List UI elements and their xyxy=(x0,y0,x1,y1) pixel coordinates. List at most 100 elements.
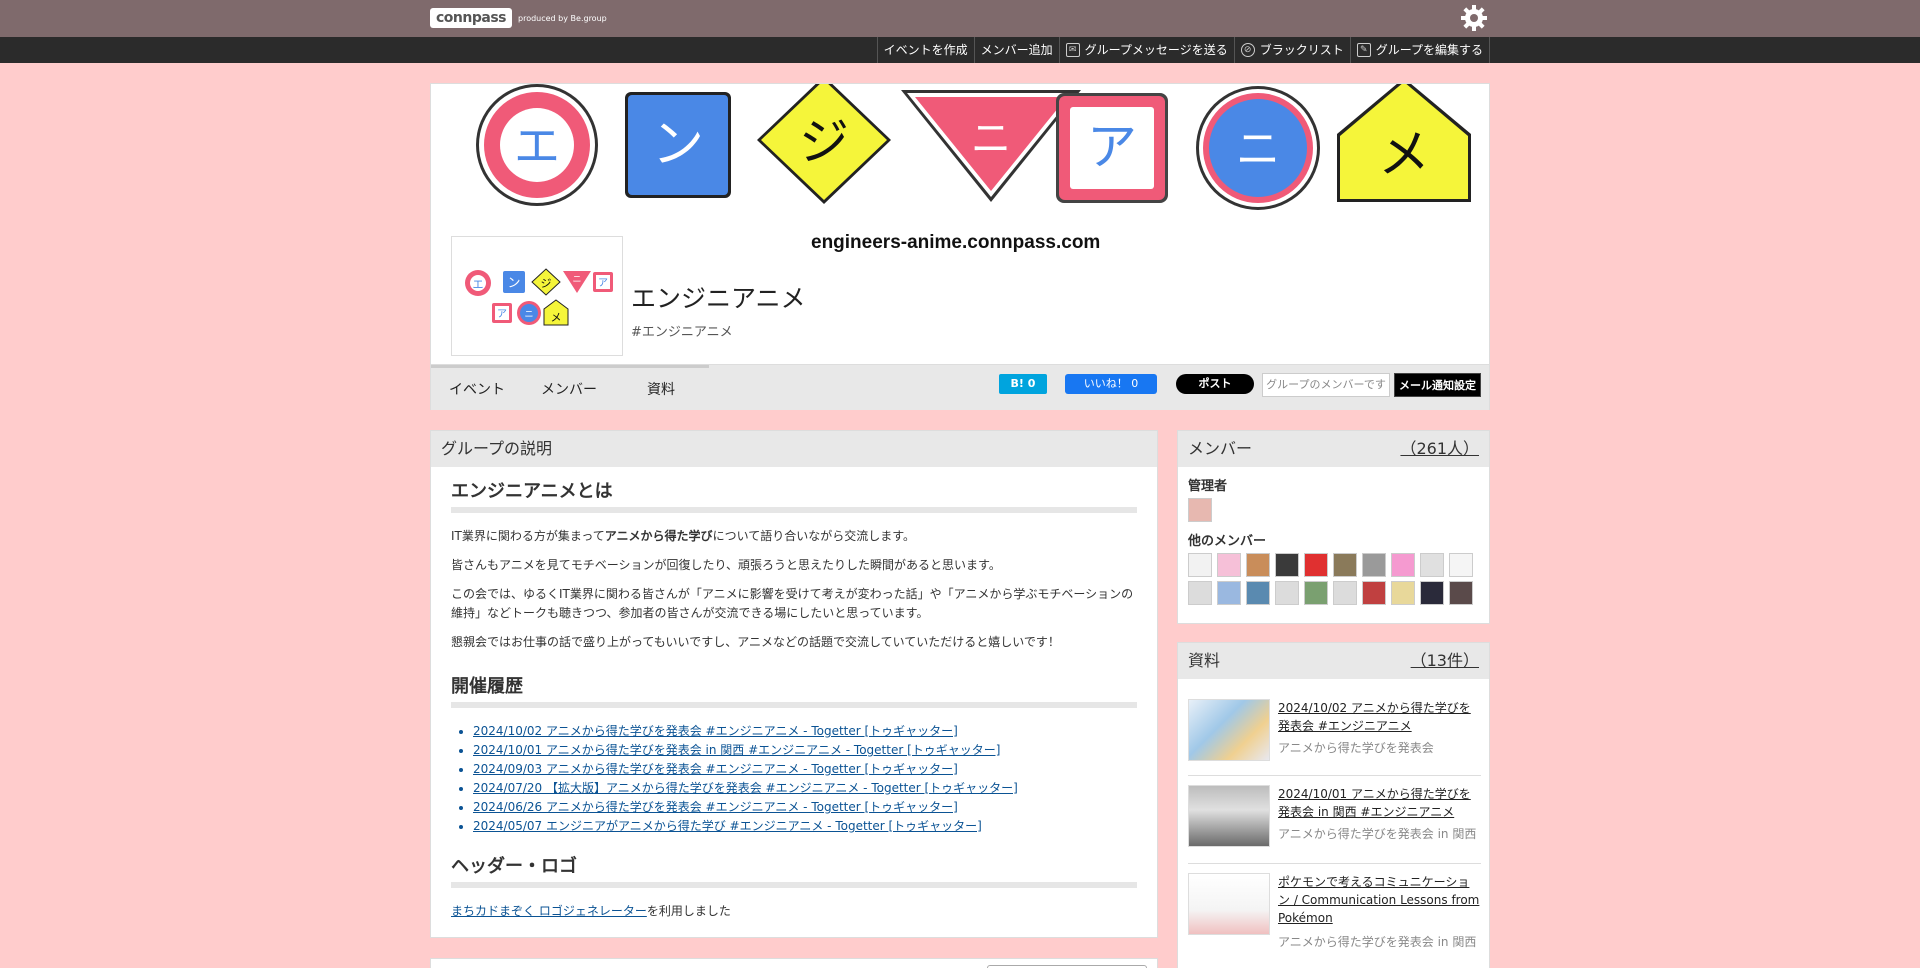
list-item: 2024/06/26 アニメから得た学びを発表会 #エンジニアニメ - Toge… xyxy=(473,798,1137,817)
heading-rule xyxy=(451,882,1137,888)
facebook-like-button[interactable]: いいね！ 0 xyxy=(1065,374,1157,394)
admin-label: 管理者 xyxy=(1188,479,1228,494)
document-thumbnail xyxy=(1188,873,1270,935)
tab-indicator xyxy=(431,365,709,368)
logo-credit-heading: ヘッダー・ロゴ xyxy=(451,856,577,877)
banner-sign-6: ニ xyxy=(1196,86,1320,210)
document-title[interactable]: 2024/10/01 アニメから得た学びを発表会 in 関西 #エンジニアニメ xyxy=(1278,785,1481,821)
avatar[interactable] xyxy=(1246,581,1270,605)
create-event-link[interactable]: イベントを作成 xyxy=(876,37,974,63)
avatar[interactable] xyxy=(1246,553,1270,577)
blacklist-link[interactable]: ⊘ ブラックリスト xyxy=(1233,37,1350,63)
avatar[interactable] xyxy=(1188,553,1212,577)
logo-generator-link[interactable]: まちカドまぞく ロゴジェネレーター xyxy=(451,904,647,918)
logo-credit: まちカドまぞく ロゴジェネレーターを利用しました xyxy=(451,902,1137,921)
send-message-label: グループメッセージを送る xyxy=(1084,43,1228,57)
documents-count-link[interactable]: （13件） xyxy=(1411,643,1479,679)
avatar[interactable] xyxy=(1188,498,1212,522)
avatar[interactable] xyxy=(1304,553,1328,577)
document-item[interactable]: 2024/10/01 アニメから得た学びを発表会 in 関西 #エンジニアニメ … xyxy=(1188,785,1481,865)
svg-text:ジ: ジ xyxy=(541,277,552,290)
svg-text:ジ: ジ xyxy=(799,113,849,171)
svg-text:ア: ア xyxy=(497,309,507,320)
block-icon: ⊘ xyxy=(1240,43,1255,57)
gear-icon[interactable] xyxy=(1460,4,1488,32)
avatar[interactable] xyxy=(1217,581,1241,605)
group-hashtag[interactable]: #エンジニアニメ xyxy=(631,321,733,340)
history-link[interactable]: 2024/06/26 アニメから得た学びを発表会 #エンジニアニメ - Toge… xyxy=(473,800,958,814)
avatar[interactable] xyxy=(1333,553,1357,577)
svg-text:エ: エ xyxy=(514,119,560,173)
document-item[interactable]: ポケモンで考えるコミュニケーション / Communication Lesson… xyxy=(1188,873,1481,968)
blacklist-label: ブラックリスト xyxy=(1259,43,1344,57)
avatar[interactable] xyxy=(1391,581,1415,605)
svg-text:ニ: ニ xyxy=(971,116,1011,162)
list-item: 2024/10/01 アニメから得た学びを発表会 in 関西 #エンジニアニメ … xyxy=(473,741,1137,760)
description-header: グループの説明 xyxy=(431,431,1157,467)
add-member-label: メンバー追加 xyxy=(980,43,1053,57)
tab-members[interactable]: メンバー xyxy=(541,379,597,399)
add-member-link[interactable]: メンバー追加 xyxy=(973,37,1059,63)
avatar[interactable] xyxy=(1449,581,1473,605)
banner-sign-1: エ xyxy=(476,84,598,206)
heading-rule xyxy=(451,702,1137,708)
logo-text: connpass xyxy=(430,8,512,28)
svg-text:ン: ン xyxy=(507,276,520,291)
divider xyxy=(1188,775,1481,776)
avatar[interactable] xyxy=(1275,553,1299,577)
avatar[interactable] xyxy=(1275,581,1299,605)
connpass-logo[interactable]: connpass produced by Be.group xyxy=(430,5,607,31)
logo-sub: produced by Be.group xyxy=(518,13,607,23)
create-event-label: イベントを作成 xyxy=(883,43,968,57)
avatar[interactable] xyxy=(1420,581,1444,605)
document-title[interactable]: ポケモンで考えるコミュニケーション / Communication Lesson… xyxy=(1278,873,1481,927)
svg-text:ニ: ニ xyxy=(1236,124,1280,175)
avatar[interactable] xyxy=(1449,553,1473,577)
avatar[interactable] xyxy=(1362,553,1386,577)
avatar[interactable] xyxy=(1304,581,1328,605)
group-description-card: グループの説明 エンジニアニメとは IT業界に関わる方が集まってアニメから得た学… xyxy=(430,430,1158,938)
mail-notification-button[interactable]: メール通知設定 xyxy=(1394,373,1481,397)
avatar[interactable] xyxy=(1217,553,1241,577)
group-title: エンジニアニメ xyxy=(631,284,806,313)
mail-icon: ✉ xyxy=(1065,43,1080,57)
edit-group-label: グループを編集する xyxy=(1375,43,1483,57)
tab-events[interactable]: イベント xyxy=(449,379,505,399)
send-message-link[interactable]: ✉ グループメッセージを送る xyxy=(1058,37,1234,63)
group-admin-bar: イベントを作成 メンバー追加 ✉ グループメッセージを送る ⊘ ブラックリスト ✎ グ… xyxy=(0,37,1920,63)
members-title: メンバー xyxy=(1188,439,1253,458)
x-post-button[interactable]: ポスト xyxy=(1176,374,1254,394)
avatar[interactable] xyxy=(1362,581,1386,605)
about-paragraph-4: 懇親会ではお仕事の話で盛り上がってもいいですし、アニメなどの話題で交流していてい… xyxy=(451,635,1060,649)
document-title[interactable]: 2024/10/02 アニメから得た学びを発表会 #エンジニアニメ xyxy=(1278,699,1481,735)
group-domain: engineers-anime.connpass.com xyxy=(811,232,1101,253)
edit-icon: ✎ xyxy=(1356,43,1371,57)
avatar[interactable] xyxy=(1391,553,1415,577)
next-card xyxy=(430,958,1158,968)
top-bar: connpass produced by Be.group xyxy=(0,0,1920,37)
banner-sign-3: ジ xyxy=(757,84,891,204)
document-thumbnail xyxy=(1188,785,1270,847)
admin-nav: イベントを作成 メンバー追加 ✉ グループメッセージを送る ⊘ ブラックリスト ✎ グ… xyxy=(876,37,1490,63)
avatar[interactable] xyxy=(1420,553,1444,577)
history-link[interactable]: 2024/07/20 【拡大版】アニメから得た学びを発表会 #エンジニアニメ -… xyxy=(473,781,1018,795)
document-thumbnail xyxy=(1188,699,1270,761)
hatena-bookmark-button[interactable]: B! 0 xyxy=(999,374,1047,394)
document-item[interactable]: 2024/10/02 アニメから得た学びを発表会 #エンジニアニメ アニメから得… xyxy=(1188,699,1481,779)
members-card: メンバー （261人） 管理者 他のメンバー xyxy=(1177,430,1490,624)
edit-group-link[interactable]: ✎ グループを編集する xyxy=(1349,37,1490,63)
group-logo-thumbnail: エ ン ジ ニ ア ア ニ メ xyxy=(451,236,623,356)
avatar[interactable] xyxy=(1333,581,1357,605)
members-header: メンバー （261人） xyxy=(1178,431,1489,467)
svg-text:エ: エ xyxy=(473,278,484,291)
history-link[interactable]: 2024/10/01 アニメから得た学びを発表会 in 関西 #エンジニアニメ … xyxy=(473,743,1000,757)
documents-card: 資料 （13件） 2024/10/02 アニメから得た学びを発表会 #エンジニア… xyxy=(1177,642,1490,968)
history-link[interactable]: 2024/10/02 アニメから得た学びを発表会 #エンジニアニメ - Toge… xyxy=(473,724,958,738)
history-link[interactable]: 2024/09/03 アニメから得た学びを発表会 #エンジニアニメ - Toge… xyxy=(473,762,958,776)
list-item: 2024/10/02 アニメから得た学びを発表会 #エンジニアニメ - Toge… xyxy=(473,722,1137,741)
tab-documents[interactable]: 資料 xyxy=(647,379,675,399)
history-link[interactable]: 2024/05/07 エンジニアがアニメから得た学び #エンジニアニメ - To… xyxy=(473,819,982,833)
avatar[interactable] xyxy=(1188,581,1212,605)
members-count-link[interactable]: （261人） xyxy=(1400,431,1479,467)
svg-text:メ: メ xyxy=(1378,125,1430,185)
